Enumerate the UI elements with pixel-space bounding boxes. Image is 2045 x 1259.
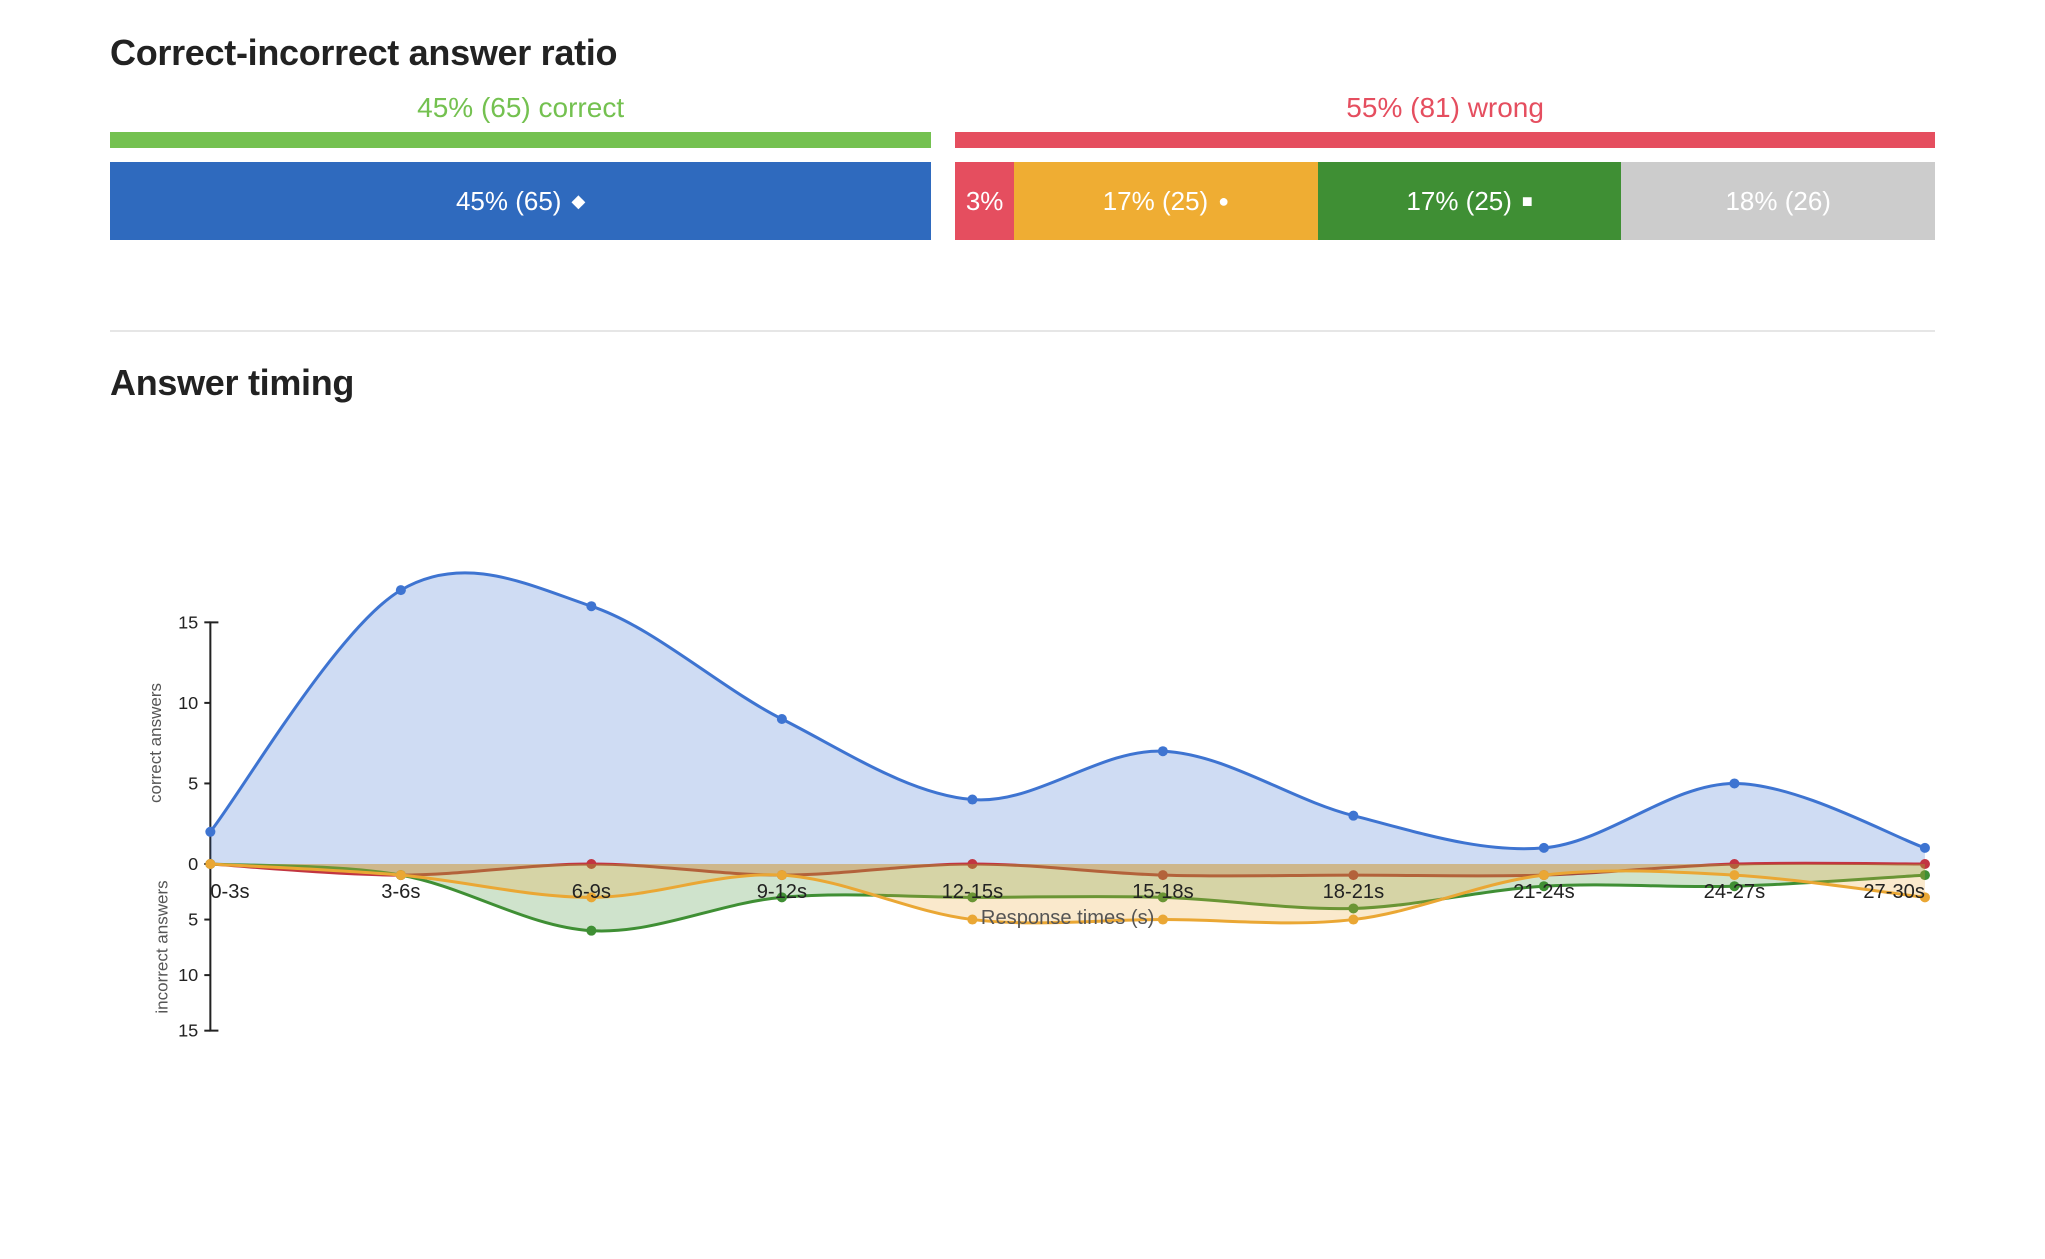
y-tick-bottom: 15 [178,1021,198,1041]
ratio-summary-labels: 45% (65) correct 55% (81) wrong [110,92,1935,130]
series-dot-blue [1729,778,1739,788]
series-dot-blue [586,601,596,611]
x-tick: 15-18s [1132,881,1194,903]
ratio-seg-blue: 45% (65) [110,162,931,240]
series-dot-green [586,926,596,936]
y-tick-top: 0 [188,854,198,874]
series-dot-orange [1539,870,1549,880]
series-dot-blue [1539,843,1549,853]
x-tick: 27-30s [1863,881,1925,903]
x-axis-title: Response times (s) [981,907,1154,929]
series-dot-orange [1158,915,1168,925]
ratio-seg-green: 17% (25) [1318,162,1622,240]
ratio-seg-label: 45% (65) [456,186,562,217]
x-tick: 3-6s [381,881,420,903]
ratio-seg-symbol [1218,191,1229,212]
ratio-seg-label: 17% (25) [1103,186,1209,217]
series-dot-orange [777,870,787,880]
ratio-thick-correct: 45% (65) [110,162,931,240]
series-dot-blue [1158,746,1168,756]
x-tick: 12-15s [942,881,1004,903]
series-dot-blue [396,585,406,595]
x-tick: 0-3s [210,881,249,903]
ratio-title: Correct-incorrect answer ratio [110,32,1935,74]
timing-chart: correct answers incorrect answers 051015… [110,544,1935,1104]
series-dot-orange [205,859,215,869]
series-dot-orange [1348,915,1358,925]
ratio-slim-bars [110,132,1935,148]
ratio-seg-orange: 17% (25) [1014,162,1318,240]
x-tick: 9-12s [757,881,807,903]
series-dot-blue [1920,843,1930,853]
series-dot-orange [1729,870,1739,880]
y-tick-top: 10 [178,693,198,713]
x-tick: 6-9s [572,881,611,903]
x-tick: 24-27s [1704,881,1766,903]
ratio-seg-label: 3% [966,186,1004,217]
series-dot-orange [967,915,977,925]
series-dot-orange [396,870,406,880]
x-tick: 18-21s [1323,881,1385,903]
y-tick-top: 5 [188,774,198,794]
ratio-thick-bars: 45% (65) 3% 17% (25) 17% (25) 18% (26) [110,162,1935,240]
ratio-seg-label: 17% (25) [1406,186,1512,217]
series-dot-blue [777,714,787,724]
x-tick: 21-24s [1513,881,1575,903]
y-tick-bottom: 10 [178,965,198,985]
section-divider [110,330,1935,332]
series-dot-blue [967,795,977,805]
ratio-seg-symbol [571,191,585,212]
series-dot-blue [1348,811,1358,821]
ratio-slim-wrong [955,132,1935,148]
ratio-seg-label: 18% (26) [1725,186,1831,217]
ratio-seg-grey: 18% (26) [1621,162,1935,240]
ratio-thick-wrong: 3% 17% (25) 17% (25) 18% (26) [955,162,1935,240]
timing-svg: 0 5 10 15 5 10 15 0-3s 3-6s 6-9s 9-12s 12-15s 15-18s… [162,544,1935,1104]
y-tick-bottom: 5 [188,910,198,930]
ratio-wrong-label: 55% (81) wrong [955,92,1935,130]
series-area-blue [210,573,1925,864]
ratio-correct-label: 45% (65) correct [110,92,931,130]
timing-title: Answer timing [110,362,1935,404]
ratio-seg-red: 3% [955,162,1014,240]
series-dot-blue [205,827,215,837]
ratio-slim-correct [110,132,931,148]
y-tick-top: 15 [178,612,198,632]
ratio-seg-symbol [1522,191,1533,212]
